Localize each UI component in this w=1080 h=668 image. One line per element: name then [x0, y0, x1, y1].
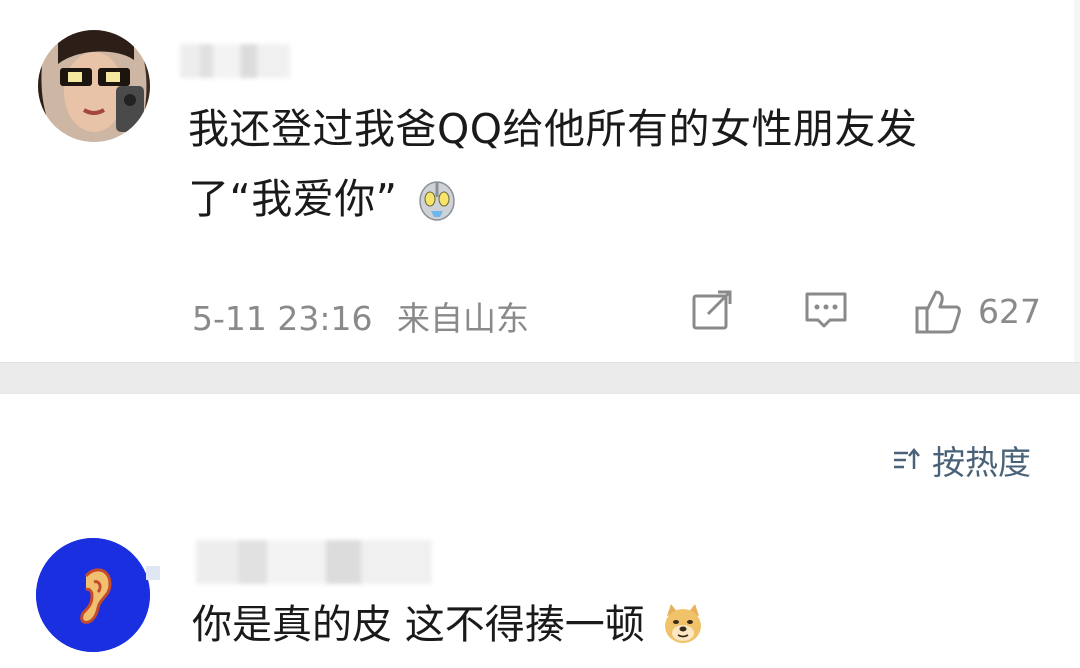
scrollbar[interactable] [1074, 0, 1080, 362]
timestamp: 5-11 23:16 [192, 299, 373, 338]
commenter-avatar[interactable] [36, 538, 150, 652]
thumbs-up-icon [915, 290, 961, 334]
post-card: 我还登过我爸QQ给他所有的女性朋友发 了“我爱你” 5-11 23:16 来自山… [0, 0, 1080, 362]
section-divider [0, 362, 1080, 394]
verification-badge [146, 566, 160, 580]
like-count: 627 [978, 291, 1041, 331]
comment-button[interactable] [804, 288, 848, 336]
comment-icon [805, 292, 847, 328]
share-button[interactable] [690, 288, 734, 336]
comment-body: 你是真的皮 这不得揍一顿 [192, 590, 705, 668]
ultraman-face-emoji [415, 172, 459, 242]
post-text-line2: 了“我爱你” [188, 175, 398, 223]
avatar[interactable] [38, 30, 150, 142]
ear-icon [36, 538, 150, 652]
commenter-username-blurred[interactable] [196, 540, 432, 584]
share-icon [692, 290, 732, 330]
like-button[interactable]: 627 [914, 288, 1041, 334]
post-body: 我还登过我爸QQ给他所有的女性朋友发 了“我爱你” [188, 94, 1048, 242]
location: 来自山东 [397, 299, 529, 338]
sort-by-hot-button[interactable]: 按热度 [892, 436, 1031, 484]
sort-icon [894, 448, 920, 469]
post-text-line1: 我还登过我爸QQ给他所有的女性朋友发 [188, 105, 918, 153]
post-meta: 5-11 23:16 来自山东 [192, 292, 543, 340]
avatar-photo [38, 30, 150, 142]
sort-label: 按热度 [932, 443, 1031, 482]
comment-text: 你是真的皮 这不得揍一顿 [192, 602, 645, 648]
username-blurred[interactable] [180, 44, 290, 78]
doge-emoji [661, 598, 705, 668]
